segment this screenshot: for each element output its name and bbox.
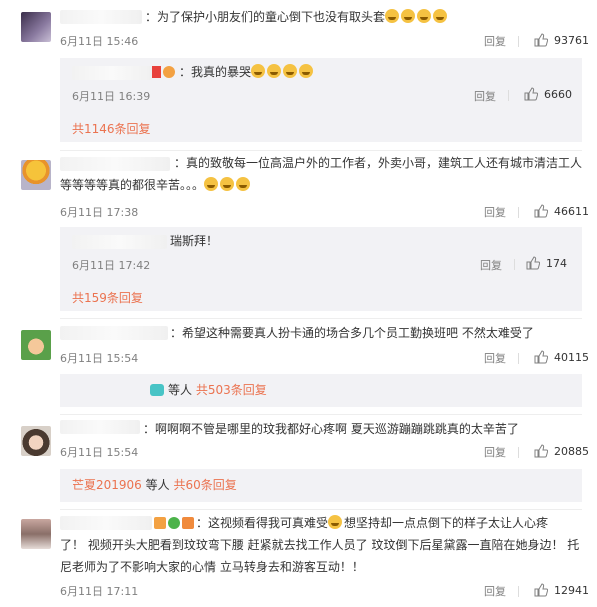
comment-text: ：希望这种需要真人扮卡通的场合多几个员工勤换班吧 不然太难受了 bbox=[170, 322, 585, 344]
comment-body-line2: 等等等等真的都很辛苦。。。 bbox=[60, 178, 205, 192]
comment-body-line1b: 想坚持却一点点倒下的样子太让人心疼 bbox=[344, 516, 549, 530]
timestamp: 6月11日 15:54 bbox=[60, 446, 139, 459]
reply-summary-box: 等人 共503条回复 bbox=[60, 374, 582, 407]
thumbs-up-icon bbox=[534, 33, 548, 47]
thumbs-up-icon bbox=[524, 87, 538, 101]
view-more-replies-link[interactable]: 共503条回复 bbox=[196, 383, 267, 397]
avatar[interactable] bbox=[21, 330, 51, 360]
comment-body: ：希望这种需要真人扮卡通的场合多几个员工勤换班吧 不然太难受了 bbox=[170, 326, 534, 340]
camera-badge-icon bbox=[150, 384, 164, 396]
reply-button[interactable]: 回复 bbox=[484, 204, 506, 220]
reply-summary-prefix: 等人 bbox=[168, 383, 193, 397]
timestamp: 6月11日 16:39 bbox=[72, 90, 151, 103]
like-button[interactable]: 46611 bbox=[534, 204, 589, 218]
reply-button[interactable]: 回复 bbox=[484, 583, 506, 599]
username-blurred[interactable] bbox=[72, 235, 167, 249]
thumbs-up-icon bbox=[534, 583, 548, 597]
like-count: 46611 bbox=[554, 204, 589, 218]
reply-body: ：我真的暴哭 bbox=[179, 65, 252, 79]
reply-user-link[interactable]: 芒夏201906 bbox=[72, 478, 142, 492]
comment-body-line1a: ：这视频看得我可真难受 bbox=[196, 516, 329, 530]
like-count: 93761 bbox=[554, 33, 589, 47]
username-blurred[interactable] bbox=[60, 10, 142, 24]
comment-text: ：为了保护小朋友们的童心倒下也没有取头套 bbox=[145, 6, 585, 28]
reply-box: 瑞斯拜！ 6月11日 17:42 回复 174 共159条回复 bbox=[60, 227, 582, 311]
reply-button[interactable]: 回复 bbox=[480, 257, 502, 273]
like-count: 174 bbox=[546, 256, 567, 270]
badge-icon bbox=[152, 66, 161, 78]
timestamp: 6月11日 15:46 bbox=[60, 35, 139, 48]
comment-body: ：啊啊啊不管是哪里的玟我都好心疼啊 夏天巡游蹦蹦跳跳真的太辛苦了 bbox=[143, 422, 519, 436]
vip-icon bbox=[163, 66, 175, 78]
comment-text: ：啊啊啊不管是哪里的玟我都好心疼啊 夏天巡游蹦蹦跳跳真的太辛苦了 bbox=[143, 418, 585, 440]
reply-button[interactable]: 回复 bbox=[484, 33, 506, 49]
reply-summary-box: 芒夏201906 等人 共60条回复 bbox=[60, 469, 582, 502]
timestamp: 6月11日 17:38 bbox=[60, 206, 139, 219]
view-more-replies-link[interactable]: 共159条回复 bbox=[72, 289, 143, 306]
username-blurred[interactable] bbox=[60, 420, 140, 434]
cry-emoji bbox=[385, 9, 449, 24]
like-count: 40115 bbox=[554, 350, 589, 364]
like-count: 20885 bbox=[554, 444, 589, 458]
thumbs-up-icon bbox=[534, 444, 548, 458]
like-button[interactable]: 174 bbox=[526, 256, 567, 270]
avatar[interactable] bbox=[21, 12, 51, 42]
timestamp: 6月11日 17:11 bbox=[60, 585, 139, 598]
avatar[interactable] bbox=[21, 426, 51, 456]
timestamp: 6月11日 17:42 bbox=[72, 259, 151, 272]
like-button[interactable]: 12941 bbox=[534, 583, 589, 597]
reply-body: 瑞斯拜！ bbox=[170, 234, 219, 248]
comment-text: ：真的致敬每一位高温户外的工作者，外卖小哥，建筑工人还有城市清洁工人 等等等等真… bbox=[60, 152, 585, 196]
thumbs-up-icon bbox=[534, 204, 548, 218]
cry-emoji bbox=[204, 177, 252, 192]
like-button[interactable]: 20885 bbox=[534, 444, 589, 458]
thumbs-up-icon bbox=[534, 350, 548, 364]
reply-summary-prefix: 等人 bbox=[145, 478, 170, 492]
badge-icons bbox=[154, 516, 196, 530]
comment-body: ：为了保护小朋友们的童心倒下也没有取头套 bbox=[145, 10, 386, 24]
view-more-replies-link[interactable]: 共60条回复 bbox=[173, 478, 236, 492]
cry-emoji bbox=[251, 64, 315, 79]
cry-emoji bbox=[328, 515, 344, 530]
like-button[interactable]: 40115 bbox=[534, 350, 589, 364]
like-count: 12941 bbox=[554, 583, 589, 597]
like-button[interactable]: 93761 bbox=[534, 33, 589, 47]
reply-button[interactable]: 回复 bbox=[484, 350, 506, 366]
timestamp: 6月11日 15:54 bbox=[60, 352, 139, 365]
comment-body-line1: ：真的致敬每一位高温户外的工作者，外卖小哥，建筑工人还有城市清洁工人 bbox=[174, 156, 583, 170]
comment-body-line3: 尼老师为了不影响大家的心情 立马转身去和游客互动！！ bbox=[60, 560, 364, 574]
username-blurred[interactable] bbox=[72, 66, 152, 80]
avatar[interactable] bbox=[21, 519, 51, 549]
reply-button[interactable]: 回复 bbox=[484, 444, 506, 460]
comment-text: ：这视频看得我可真难受 想坚持却一点点倒下的样子太让人心疼 了！ 视频开头大肥看到… bbox=[60, 512, 585, 578]
comment-body-line2: 了！ 视频开头大肥看到玟玟弯下腰 赶紧就去找工作人员了 玟玟倒下后星黛露一直陪在… bbox=[60, 538, 580, 552]
thumbs-up-icon bbox=[526, 256, 540, 270]
like-button[interactable]: 6660 bbox=[524, 87, 572, 101]
username-blurred[interactable] bbox=[60, 326, 168, 340]
reply-box: ：我真的暴哭 6月11日 16:39 回复 6660 共1146条回复 bbox=[60, 58, 582, 142]
reply-button[interactable]: 回复 bbox=[474, 88, 496, 104]
avatar[interactable] bbox=[21, 160, 51, 190]
like-count: 6660 bbox=[544, 87, 572, 101]
view-more-replies-link[interactable]: 共1146条回复 bbox=[72, 120, 151, 137]
